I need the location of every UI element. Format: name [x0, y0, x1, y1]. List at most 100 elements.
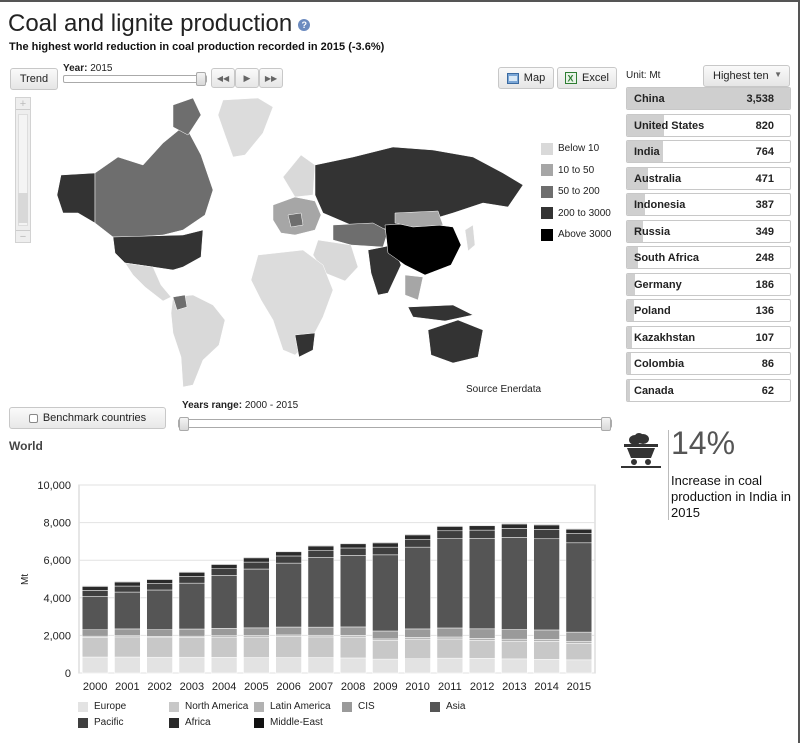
- chart-legend-item[interactable]: Africa: [169, 717, 211, 728]
- bar-segment: [501, 528, 528, 538]
- bar-segment: [404, 538, 431, 548]
- chart-legend-swatch: [169, 717, 179, 728]
- bar-segment: [339, 626, 367, 636]
- chart-legend-item[interactable]: North America: [169, 701, 248, 712]
- bar-segment: [275, 562, 302, 628]
- play-button[interactable]: ▶: [235, 68, 259, 88]
- bar-segment: [275, 555, 302, 564]
- help-icon[interactable]: ?: [298, 18, 311, 31]
- ranking-bar: [627, 300, 634, 321]
- y-tick-label: 2,000: [43, 630, 71, 642]
- ranking-row[interactable]: Poland 136: [626, 299, 791, 322]
- bar-segment: [307, 545, 335, 547]
- ranking-select[interactable]: Highest ten ▼: [703, 65, 790, 87]
- ranking-country: South Africa: [634, 252, 699, 264]
- rewind-button[interactable]: ◀◀: [211, 68, 235, 88]
- world-map[interactable]: [33, 95, 538, 395]
- ranking-row[interactable]: Germany 186: [626, 272, 791, 296]
- bar-segment: [533, 641, 560, 660]
- trend-label: Trend: [19, 73, 49, 85]
- chart-legend-label: CIS: [358, 701, 375, 712]
- bar-segment: [243, 557, 270, 559]
- map-legend-item: 10 to 50: [541, 160, 611, 182]
- coal-cart-icon: [621, 433, 661, 468]
- range-start-handle[interactable]: [179, 417, 189, 431]
- ranking-row[interactable]: India 764: [626, 140, 791, 163]
- bar-segment: [275, 550, 302, 553]
- map-button[interactable]: Map: [498, 67, 554, 89]
- year-slider[interactable]: [63, 75, 207, 83]
- ranking-country: Canada: [634, 384, 674, 397]
- bar-segment: [565, 528, 593, 530]
- bar-segment: [501, 658, 528, 674]
- bar-segment: [307, 636, 335, 658]
- chart-legend-swatch: [430, 701, 440, 712]
- y-tick-label: 4,000: [43, 593, 71, 605]
- years-range-slider[interactable]: [178, 419, 612, 428]
- ranking-value: 764: [755, 146, 774, 158]
- bar-segment: [275, 626, 302, 636]
- zoom-out-icon[interactable]: −: [16, 230, 30, 243]
- ranking-bar: [627, 326, 632, 348]
- map-zoom-control[interactable]: + −: [15, 97, 31, 243]
- chart-legend-item[interactable]: Pacific: [78, 717, 123, 728]
- bar-segment: [436, 627, 464, 638]
- forward-button[interactable]: ▶▶: [259, 68, 283, 88]
- benchmark-countries-toggle[interactable]: Benchmark countries: [9, 407, 166, 429]
- ranking-row[interactable]: Kazakhstan 107: [626, 325, 791, 349]
- years-range-label: Years range: 2000 - 2015: [182, 400, 299, 411]
- bar-segment: [468, 638, 496, 641]
- bar-segment: [533, 629, 560, 640]
- trend-button[interactable]: Trend: [10, 68, 58, 90]
- benchmark-checkbox[interactable]: [28, 413, 38, 423]
- chart-legend-swatch: [342, 701, 352, 712]
- stat-value: 14%: [671, 425, 736, 461]
- bar-segment: [307, 634, 335, 638]
- range-end-handle[interactable]: [601, 417, 611, 431]
- ranking-country: Russia: [634, 225, 671, 238]
- ranking-row[interactable]: United States 820: [626, 113, 791, 137]
- chart-legend-item[interactable]: Europe: [78, 701, 126, 712]
- bar-segment: [146, 629, 173, 637]
- bar-segment: [210, 657, 238, 674]
- ranking-value: 107: [755, 331, 774, 344]
- x-tick-label: 2008: [341, 681, 365, 693]
- bar-segment: [146, 656, 173, 674]
- ranking-row[interactable]: Colombia 86: [626, 352, 791, 375]
- bar-segment: [372, 630, 399, 640]
- chart-legend-swatch: [78, 701, 88, 712]
- ranking-country: Indonesia: [634, 199, 686, 211]
- chart-section-title: World: [9, 439, 43, 453]
- ranking-row[interactable]: South Africa 248: [626, 246, 791, 269]
- chart-legend-label: Pacific: [94, 717, 124, 728]
- bar-segment: [436, 636, 464, 640]
- chart-legend-item[interactable]: CIS: [342, 701, 375, 712]
- chart-legend-item[interactable]: Asia: [430, 701, 465, 712]
- ranking-value: 387: [755, 199, 774, 211]
- year-label: Year: 2015: [63, 63, 113, 74]
- ranking-value: 471: [755, 172, 774, 185]
- zoom-in-icon[interactable]: +: [16, 98, 30, 110]
- ranking-row[interactable]: Australia 471: [626, 166, 791, 190]
- bar-segment: [468, 524, 496, 527]
- x-tick-label: 2012: [470, 681, 494, 693]
- chart-legend-item[interactable]: Middle-East: [254, 717, 323, 728]
- chart-legend-item[interactable]: Latin America: [254, 701, 331, 712]
- ranking-row[interactable]: Canada 62: [626, 378, 791, 402]
- year-slider-handle[interactable]: [196, 72, 206, 86]
- ranking-row[interactable]: Russia 349: [626, 219, 791, 243]
- ranking-value: 62: [761, 384, 774, 397]
- excel-button[interactable]: X Excel: [557, 67, 617, 89]
- zoom-handle[interactable]: [18, 193, 28, 223]
- ranking-row[interactable]: China 3,538: [626, 87, 791, 110]
- bar-segment: [468, 628, 496, 639]
- x-tick-label: 2011: [438, 681, 462, 693]
- production-stacked-bar-chart: 0 2,000 4,000 6,000 8,000 10,000 Mt 2000 2001 200…: [20, 480, 596, 693]
- bar-segment: [243, 568, 270, 629]
- bar-segment: [436, 638, 464, 659]
- ranking-country: China: [634, 93, 665, 105]
- ranking-row[interactable]: Indonesia 387: [626, 193, 791, 216]
- ranking-country: Colombia: [634, 358, 685, 370]
- ranking-bar: [627, 353, 632, 374]
- bar-segment: [533, 524, 560, 526]
